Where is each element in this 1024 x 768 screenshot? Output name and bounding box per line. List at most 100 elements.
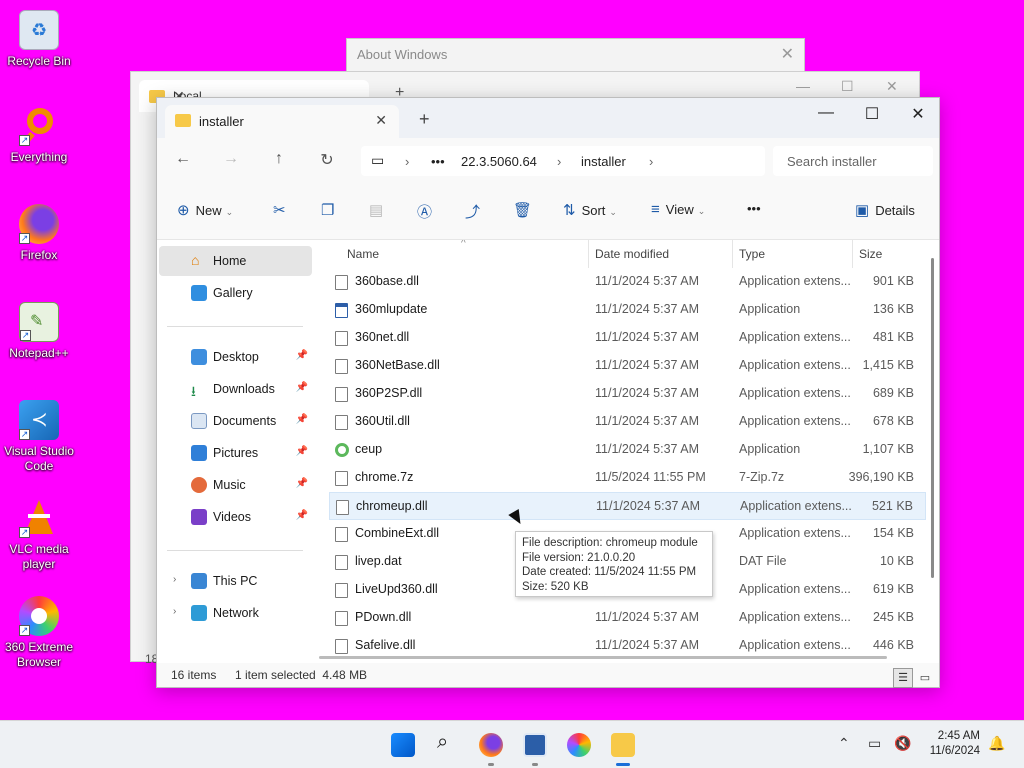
desktop-icon-everything[interactable]: ↗ Everything bbox=[4, 106, 74, 165]
search-input[interactable]: Search installer bbox=[773, 146, 933, 176]
file-size: 245 KB bbox=[872, 610, 914, 624]
close-tab-icon[interactable]: ✕ bbox=[375, 112, 387, 129]
details-button[interactable]: ▣ Details bbox=[855, 201, 915, 219]
table-row[interactable]: 360base.dll 11/1/2024 5:37 AM Application … bbox=[329, 268, 926, 296]
nav-item-pictures[interactable]: Pictures 📌 bbox=[159, 438, 312, 468]
desktop-icon-360-browser[interactable]: ↗ 360 Extreme Browser bbox=[4, 596, 74, 670]
file-explorer-window[interactable]: installer ✕ + — ☐ ✕ ← → ↑ ↻ ▭ › ••• 22.3… bbox=[156, 97, 940, 688]
breadcrumb[interactable]: ▭ › ••• 22.3.5060.64 › installer › bbox=[361, 146, 765, 176]
column-size[interactable]: Size bbox=[859, 247, 882, 261]
pin-icon[interactable]: 📌 bbox=[296, 446, 308, 457]
file-date: 11/1/2024 5:37 AM bbox=[595, 386, 700, 400]
file-icon bbox=[335, 275, 348, 290]
chevron-up-icon[interactable]: ⌃ bbox=[838, 735, 850, 752]
nav-item-downloads[interactable]: ⭳ Downloads 📌 bbox=[159, 374, 312, 404]
more-options-button[interactable]: ••• bbox=[747, 201, 761, 216]
file-size: 154 KB bbox=[872, 526, 914, 540]
close-icon[interactable]: ✕ bbox=[895, 104, 941, 124]
tab-installer[interactable]: installer ✕ bbox=[165, 105, 399, 138]
table-row[interactable]: 360mlupdate 11/1/2024 5:37 AM Application 1… bbox=[329, 296, 926, 324]
file-type: Application extens... bbox=[739, 274, 851, 288]
tiles-view-icon[interactable]: ▭ bbox=[915, 668, 935, 688]
about-windows-taskbar-icon[interactable] bbox=[523, 733, 547, 757]
pin-icon[interactable]: 📌 bbox=[296, 414, 308, 425]
table-row[interactable]: 360P2SP.dll 11/1/2024 5:37 AM Application … bbox=[329, 380, 926, 408]
chevron-right-icon[interactable]: › bbox=[173, 606, 176, 617]
column-date[interactable]: Date modified bbox=[595, 247, 669, 261]
navigation-pane: ⌂ Home Gallery Desktop 📌 ⭳ Downloads 📌 D… bbox=[157, 240, 312, 664]
divider bbox=[167, 326, 303, 327]
desktop-icon-notepad-plus-plus[interactable]: ✎ ↗ Notepad++ bbox=[4, 302, 74, 361]
desktop-icon-recycle-bin[interactable]: ♻ Recycle Bin bbox=[4, 10, 74, 69]
start-icon[interactable] bbox=[391, 733, 415, 757]
file-type: Application extens... bbox=[739, 414, 851, 428]
file-name: 360NetBase.dll bbox=[355, 358, 440, 372]
nav-item-home[interactable]: ⌂ Home bbox=[159, 246, 312, 276]
search-placeholder: Search installer bbox=[787, 154, 877, 169]
table-row[interactable]: ceup 11/1/2024 5:37 AM Application 1,107 KB bbox=[329, 436, 926, 464]
ellipsis-icon[interactable]: ••• bbox=[431, 154, 445, 169]
pin-icon[interactable]: 📌 bbox=[296, 510, 308, 521]
column-divider[interactable] bbox=[588, 240, 589, 268]
nav-item-videos[interactable]: Videos 📌 bbox=[159, 502, 312, 532]
pin-icon[interactable]: 📌 bbox=[296, 350, 308, 361]
desktop-icon-vlc[interactable]: ↗ VLC media player bbox=[4, 498, 74, 572]
details-view-icon[interactable]: ☰ bbox=[893, 668, 913, 688]
delete-icon[interactable]: 🗑 bbox=[513, 201, 538, 219]
nav-item-gallery[interactable]: Gallery bbox=[159, 278, 312, 308]
file-explorer-icon[interactable] bbox=[611, 733, 635, 757]
pin-icon[interactable]: 📌 bbox=[296, 382, 308, 393]
breadcrumb-installer[interactable]: installer bbox=[581, 154, 626, 169]
rename-icon[interactable]: Ⓐ bbox=[417, 201, 438, 222]
browser-360-icon[interactable] bbox=[567, 733, 591, 757]
volume-muted-icon[interactable]: 🔇 bbox=[894, 735, 911, 752]
table-row[interactable]: chromeup.dll 11/1/2024 5:37 AM Application… bbox=[329, 492, 926, 520]
forward-arrow-icon[interactable]: → bbox=[219, 150, 243, 168]
table-row[interactable]: 360net.dll 11/1/2024 5:37 AM Application e… bbox=[329, 324, 926, 352]
notification-bell-icon[interactable]: 🔔 bbox=[988, 735, 1005, 752]
view-button[interactable]: ≡ View ⌄ bbox=[651, 201, 705, 218]
column-divider[interactable] bbox=[852, 240, 853, 268]
pictures-icon bbox=[191, 445, 207, 461]
close-icon[interactable]: ✕ bbox=[886, 78, 898, 95]
desktop-icon-firefox[interactable]: ↗ Firefox bbox=[4, 204, 74, 263]
nav-item-documents[interactable]: Documents 📌 bbox=[159, 406, 312, 436]
clock[interactable]: 2:45 AM 11/6/2024 bbox=[930, 729, 980, 759]
share-icon[interactable]: ⤴ bbox=[465, 201, 486, 222]
desktop-icon-vscode[interactable]: ≺ ↗ Visual Studio Code bbox=[4, 400, 74, 474]
paste-icon[interactable]: ▤ bbox=[369, 201, 389, 219]
nav-item-music[interactable]: Music 📌 bbox=[159, 470, 312, 500]
sort-button[interactable]: ⇅ Sort ⌄ bbox=[563, 201, 617, 219]
copy-icon[interactable]: ❐ bbox=[321, 201, 340, 219]
minimize-icon[interactable]: — bbox=[803, 104, 849, 122]
column-type[interactable]: Type bbox=[739, 247, 765, 261]
maximize-icon[interactable]: ☐ bbox=[841, 78, 854, 95]
close-icon[interactable]: ✕ bbox=[781, 44, 794, 64]
cut-icon[interactable]: ✂ bbox=[273, 201, 292, 219]
nav-item-desktop[interactable]: Desktop 📌 bbox=[159, 342, 312, 372]
network-icon[interactable]: ▭ bbox=[868, 735, 881, 752]
table-row[interactable]: PDown.dll 11/1/2024 5:37 AM Application ex… bbox=[329, 604, 926, 632]
refresh-icon[interactable]: ↻ bbox=[315, 150, 339, 170]
new-tab-icon[interactable]: + bbox=[419, 109, 430, 130]
table-row[interactable]: 360NetBase.dll 11/1/2024 5:37 AM Applicati… bbox=[329, 352, 926, 380]
pin-icon[interactable]: 📌 bbox=[296, 478, 308, 489]
column-name[interactable]: Name bbox=[347, 247, 379, 261]
nav-item-this-pc[interactable]: › This PC bbox=[159, 566, 312, 596]
firefox-icon[interactable] bbox=[479, 733, 503, 757]
up-arrow-icon[interactable]: ↑ bbox=[267, 150, 291, 168]
new-button[interactable]: ⊕ New ⌄ bbox=[177, 201, 233, 219]
horizontal-scrollbar[interactable] bbox=[319, 656, 887, 659]
maximize-icon[interactable]: ☐ bbox=[849, 104, 895, 124]
application-icon bbox=[335, 303, 348, 318]
breadcrumb-version[interactable]: 22.3.5060.64 bbox=[461, 154, 537, 169]
table-row[interactable]: 360Util.dll 11/1/2024 5:37 AM Application … bbox=[329, 408, 926, 436]
nav-item-network[interactable]: › Network bbox=[159, 598, 312, 628]
back-arrow-icon[interactable]: ← bbox=[171, 150, 195, 168]
minimize-icon[interactable]: — bbox=[796, 78, 810, 94]
table-row[interactable]: chrome.7z 11/5/2024 11:55 PM 7-Zip.7z 396,1… bbox=[329, 464, 926, 492]
chevron-right-icon[interactable]: › bbox=[173, 574, 176, 585]
vertical-scrollbar[interactable] bbox=[931, 258, 934, 578]
search-icon[interactable]: ⌕ bbox=[435, 731, 459, 757]
column-divider[interactable] bbox=[732, 240, 733, 268]
